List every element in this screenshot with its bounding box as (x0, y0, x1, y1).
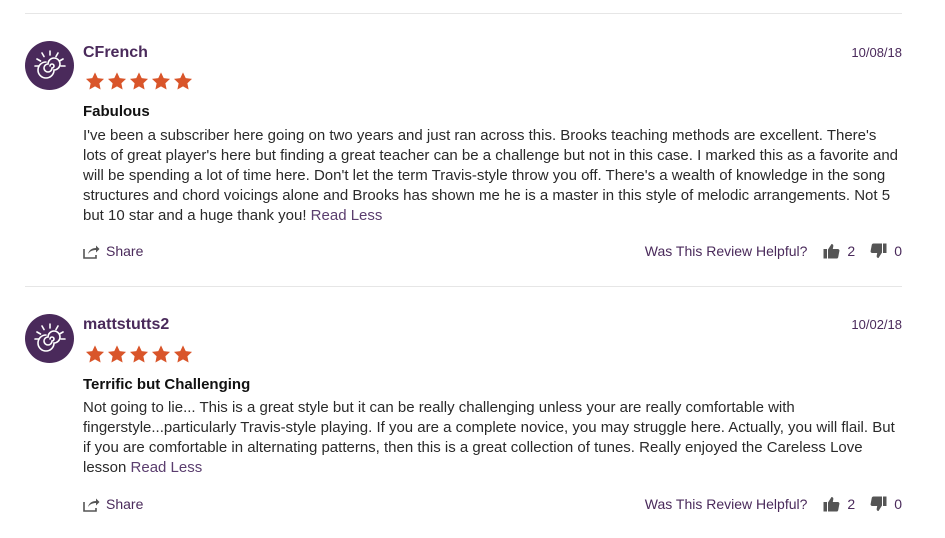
star-icon (85, 72, 105, 90)
read-less-link[interactable]: Read Less (131, 459, 203, 476)
upvote-button[interactable]: 2 (823, 243, 855, 259)
review-title: Terrific but Challenging (83, 376, 251, 393)
star-icon (173, 72, 193, 90)
spiral-logo-icon (33, 322, 66, 352)
star-icon (85, 345, 105, 363)
star-icon (107, 72, 127, 90)
star-icon (151, 345, 171, 363)
share-icon (83, 245, 100, 259)
helpful-row: Was This Review Helpful? 2 0 (645, 243, 902, 259)
upvote-count: 2 (847, 243, 856, 259)
star-icon (173, 345, 193, 363)
star-rating (84, 344, 194, 365)
star-rating (84, 71, 194, 92)
helpful-row: Was This Review Helpful? 2 0 (645, 496, 902, 512)
share-label: Share (106, 496, 144, 512)
thumbs-down-icon (870, 243, 887, 258)
upvote-count: 2 (847, 496, 856, 512)
share-button[interactable]: Share (83, 496, 143, 512)
share-button[interactable]: Share (83, 243, 143, 259)
read-less-link[interactable]: Read Less (311, 207, 383, 224)
downvote-button[interactable]: 0 (870, 496, 902, 512)
share-icon (83, 498, 100, 512)
star-icon (107, 345, 127, 363)
share-label: Share (106, 243, 144, 259)
star-icon (129, 72, 149, 90)
avatar (25, 314, 74, 363)
thumbs-up-icon (823, 244, 840, 259)
spiral-logo-icon (33, 49, 66, 79)
star-icon (151, 72, 171, 90)
review-body: I've been a subscriber here going on two… (83, 126, 903, 226)
thumbs-down-icon (870, 496, 887, 511)
review-title: Fabulous (83, 103, 150, 120)
helpful-label: Was This Review Helpful? (644, 496, 808, 512)
reviewer-name: CFrench (83, 44, 148, 61)
downvote-count: 0 (894, 496, 902, 512)
review-body: Not going to lie... This is a great styl… (83, 398, 903, 478)
review-text: Not going to lie... This is a great styl… (83, 399, 895, 476)
avatar (25, 41, 74, 90)
top-divider (25, 13, 902, 14)
review-date: 10/02/18 (851, 317, 902, 332)
thumbs-up-icon (823, 497, 840, 512)
upvote-button[interactable]: 2 (823, 496, 855, 512)
review-divider (25, 286, 902, 287)
reviewer-name: mattstutts2 (83, 316, 170, 333)
downvote-count: 0 (894, 243, 902, 259)
review-date: 10/08/18 (851, 45, 902, 60)
review-text: I've been a subscriber here going on two… (83, 127, 899, 224)
downvote-button[interactable]: 0 (870, 243, 902, 259)
star-icon (129, 345, 149, 363)
helpful-label: Was This Review Helpful? (644, 243, 808, 259)
